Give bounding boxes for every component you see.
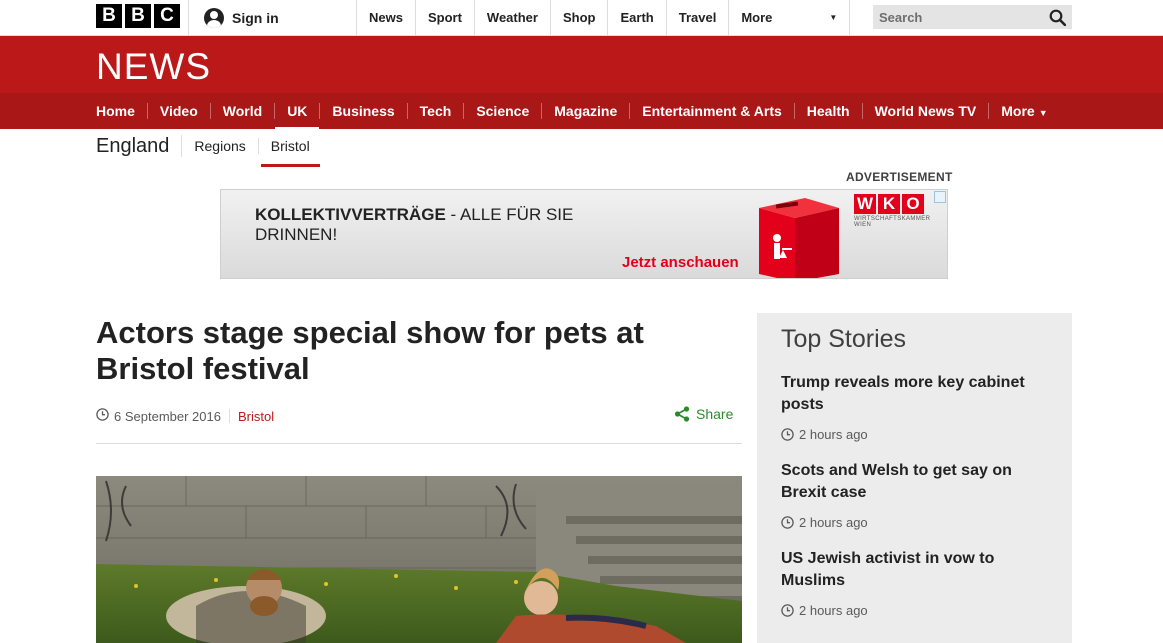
global-nav-shop[interactable]: Shop <box>549 0 608 35</box>
section-title[interactable]: England <box>96 135 183 157</box>
share-icon <box>674 406 690 422</box>
nav-health[interactable]: Health <box>793 103 862 119</box>
share-label: Share <box>696 406 734 422</box>
global-nav-news[interactable]: News <box>356 0 415 35</box>
bbc-logo[interactable]: B B C <box>96 4 180 28</box>
nav-entertainment-arts[interactable]: Entertainment & Arts <box>629 103 794 119</box>
global-nav-earth[interactable]: Earth <box>607 0 665 35</box>
nav-business[interactable]: Business <box>319 103 406 119</box>
article-meta: 6 September 2016 Bristol <box>96 408 274 424</box>
share-button[interactable]: Share <box>674 406 733 422</box>
top-story-item[interactable]: US Jewish activist in vow to Muslims 2 h… <box>781 548 1048 618</box>
top-stories-title: Top Stories <box>781 325 907 353</box>
wko-letter: W <box>854 194 876 214</box>
news-logo[interactable]: NEWS <box>96 46 211 88</box>
clock-icon <box>96 408 109 424</box>
top-story-time-label: 2 hours ago <box>799 515 868 530</box>
ballot-box-icon <box>749 194 841 278</box>
nav-tech[interactable]: Tech <box>406 103 464 119</box>
advertisement-label: ADVERTISEMENT <box>846 170 953 184</box>
ad-headline-rest: - ALLE FÜR SIE <box>445 205 574 224</box>
nav-more-label: More <box>1001 103 1035 119</box>
article-section-link[interactable]: Bristol <box>238 409 274 424</box>
subnav-regions[interactable]: Regions <box>182 138 259 154</box>
bbc-global-bar: B B C Sign in News Sport Weather Shop Ea… <box>0 0 1163 36</box>
news-banner: NEWS <box>0 36 1163 93</box>
sign-in-link[interactable]: Sign in <box>188 0 356 35</box>
ad-choices-icon[interactable] <box>934 191 946 203</box>
divider <box>228 409 230 423</box>
global-nav-weather[interactable]: Weather <box>473 0 550 35</box>
global-nav-sport[interactable]: Sport <box>414 0 474 35</box>
chevron-down-icon: ▼ <box>829 13 838 22</box>
bbc-logo-letter: B <box>125 4 151 28</box>
article-image <box>96 476 742 643</box>
ad-headline-line2: DRINNEN! <box>255 225 338 244</box>
top-story-time-label: 2 hours ago <box>799 427 868 442</box>
sign-in-label: Sign in <box>232 9 279 26</box>
search-placeholder: Search <box>879 9 923 25</box>
bbc-logo-letter: B <box>96 4 122 28</box>
top-stories-panel: Top Stories Trump reveals more key cabin… <box>757 313 1072 643</box>
clock-icon <box>781 516 794 529</box>
article-date: 6 September 2016 <box>114 408 221 424</box>
nav-video[interactable]: Video <box>146 103 210 119</box>
top-story-item[interactable]: Scots and Welsh to get say on Brexit cas… <box>781 460 1048 530</box>
ad-headline: KOLLEKTIVVERTRÄGE - ALLE FÜR SIE DRINNEN… <box>255 205 573 245</box>
news-nav: Home Video World UK Business Tech Scienc… <box>0 93 1163 131</box>
top-story-time: 2 hours ago <box>781 603 1048 618</box>
top-story-headline[interactable]: US Jewish activist in vow to Muslims <box>781 548 1048 592</box>
nav-world-news-tv[interactable]: World News TV <box>861 103 989 119</box>
clock-icon <box>781 428 794 441</box>
nav-world[interactable]: World <box>209 103 274 119</box>
top-story-headline[interactable]: Trump reveals more key cabinet posts <box>781 372 1048 416</box>
nav-home[interactable]: Home <box>84 103 147 119</box>
bbc-logo-letter: C <box>154 4 180 28</box>
chevron-down-icon: ▼ <box>1038 108 1048 118</box>
global-nav-more-label: More <box>741 10 773 25</box>
search-icon[interactable] <box>1049 9 1066 26</box>
clock-icon <box>781 604 794 617</box>
top-story-time-label: 2 hours ago <box>799 603 868 618</box>
divider <box>96 443 742 444</box>
nav-uk[interactable]: UK <box>274 103 320 131</box>
nav-science[interactable]: Science <box>463 103 541 119</box>
global-nav-travel[interactable]: Travel <box>665 0 729 35</box>
subnav-bristol[interactable]: Bristol <box>259 138 322 167</box>
article-headline: Actors stage special show for pets at Br… <box>96 315 644 386</box>
nav-more[interactable]: More ▼ <box>988 103 1059 119</box>
user-icon <box>204 7 224 28</box>
secondary-nav: England Regions Bristol <box>96 130 322 167</box>
advertisement-banner[interactable]: KOLLEKTIVVERTRÄGE - ALLE FÜR SIE DRINNEN… <box>220 189 948 279</box>
global-nav: News Sport Weather Shop Earth Travel Mor… <box>356 0 851 35</box>
top-story-time: 2 hours ago <box>781 515 1048 530</box>
ad-cta-link[interactable]: Jetzt anschauen <box>622 254 739 271</box>
search-input[interactable]: Search <box>873 5 1072 29</box>
top-story-time: 2 hours ago <box>781 427 1048 442</box>
wko-letter: O <box>902 194 924 214</box>
wko-subtitle: WIRTSCHAFTSKAMMER WIEN <box>854 216 931 228</box>
wko-letter: K <box>878 194 900 214</box>
ad-headline-bold: KOLLEKTIVVERTRÄGE <box>255 205 446 224</box>
top-story-item[interactable]: Trump reveals more key cabinet posts 2 h… <box>781 372 1048 442</box>
nav-magazine[interactable]: Magazine <box>541 103 629 119</box>
top-story-headline[interactable]: Scots and Welsh to get say on Brexit cas… <box>781 460 1048 504</box>
global-nav-more[interactable]: More ▼ <box>728 0 851 35</box>
